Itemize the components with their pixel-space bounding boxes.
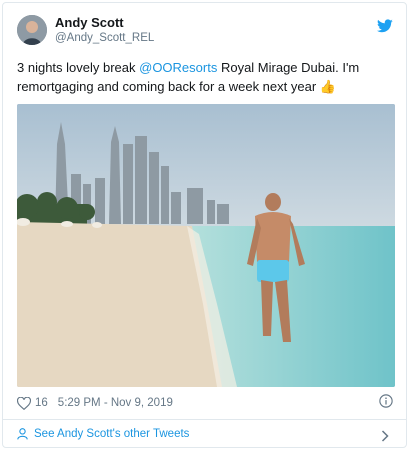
divider — [3, 419, 406, 420]
tweet-text-part: 3 nights lovely break — [17, 60, 140, 75]
tweet-meta: 16 5:29 PM - Nov 9, 2019 — [17, 395, 173, 411]
info-icon[interactable] — [379, 394, 393, 408]
chevron-right-icon[interactable] — [381, 430, 389, 442]
avatar[interactable] — [17, 15, 47, 45]
user-name[interactable]: Andy Scott — [55, 15, 124, 30]
heart-icon[interactable] — [17, 396, 31, 410]
user-handle[interactable]: @Andy_Scott_REL — [55, 32, 154, 44]
tweet-photo[interactable] — [17, 104, 395, 387]
embedded-tweet-card: Andy Scott @Andy_Scott_REL 3 nights love… — [2, 2, 407, 448]
timestamp[interactable]: 5:29 PM - Nov 9, 2019 — [58, 397, 173, 409]
thumbs-up-emoji: 👍 — [319, 79, 336, 94]
see-other-tweets-label: See Andy Scott's other Tweets — [34, 428, 190, 440]
see-other-tweets-link[interactable]: See Andy Scott's other Tweets — [17, 428, 189, 440]
twitter-bird-icon[interactable] — [377, 19, 393, 33]
like-count[interactable]: 16 — [35, 397, 48, 409]
person-icon — [17, 428, 28, 440]
beach-photo-illustration — [17, 104, 395, 387]
tweet-text: 3 nights lovely break @OOResorts Royal M… — [17, 58, 397, 96]
mention-link[interactable]: @OOResorts — [139, 60, 217, 75]
